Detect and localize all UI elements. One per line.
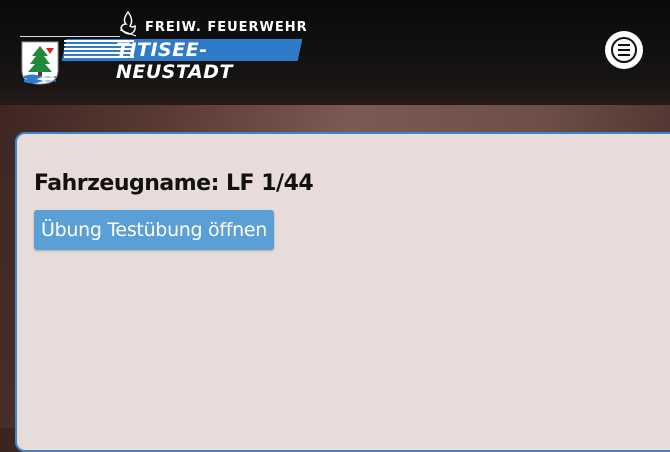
brand-subtitle: FREIW. FEUERWEHR (145, 20, 308, 35)
brand-divider (20, 36, 120, 37)
vehicle-name-heading: Fahrzeugname: LF 1/44 (34, 171, 314, 196)
hamburger-menu-icon (611, 37, 637, 63)
site-logo[interactable]: FREIW. FEUERWEHR TITISEE-NEUSTADT (20, 10, 310, 90)
vehicle-card: Fahrzeugname: LF 1/44 Übung Testübung öf… (15, 132, 670, 452)
menu-button[interactable] (605, 31, 643, 69)
open-exercise-button[interactable]: Übung Testübung öffnen (34, 210, 275, 250)
site-header: FREIW. FEUERWEHR TITISEE-NEUSTADT (0, 0, 670, 105)
brand-title: TITISEE-NEUSTADT (116, 39, 233, 83)
flame-emblem-icon (119, 10, 137, 37)
coat-of-arms-icon (21, 41, 59, 85)
